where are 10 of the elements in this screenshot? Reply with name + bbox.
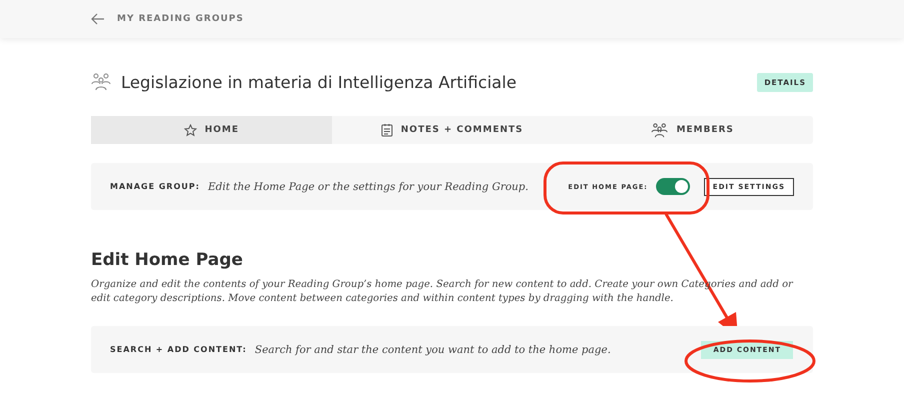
- tab[interactable]: MEMBERS: [572, 116, 814, 144]
- group-title: Legislazione in materia di Intelligenza Artificiale: [121, 72, 518, 92]
- section-heading: Edit Home Page: [91, 250, 244, 270]
- manage-label: MANAGE GROUP:: [110, 182, 200, 191]
- manage-text: Edit the Home Page or the settings for your Reading Group.: [208, 180, 530, 192]
- tab[interactable]: HOME: [91, 116, 332, 144]
- back-link[interactable]: MY READING GROUPS: [117, 14, 244, 24]
- tab[interactable]: NOTES + COMMENTS: [332, 116, 572, 144]
- search-text: Search for and star the content you want to add to the home page.: [254, 344, 612, 356]
- search-label: SEARCH + ADD CONTENT:: [110, 345, 247, 354]
